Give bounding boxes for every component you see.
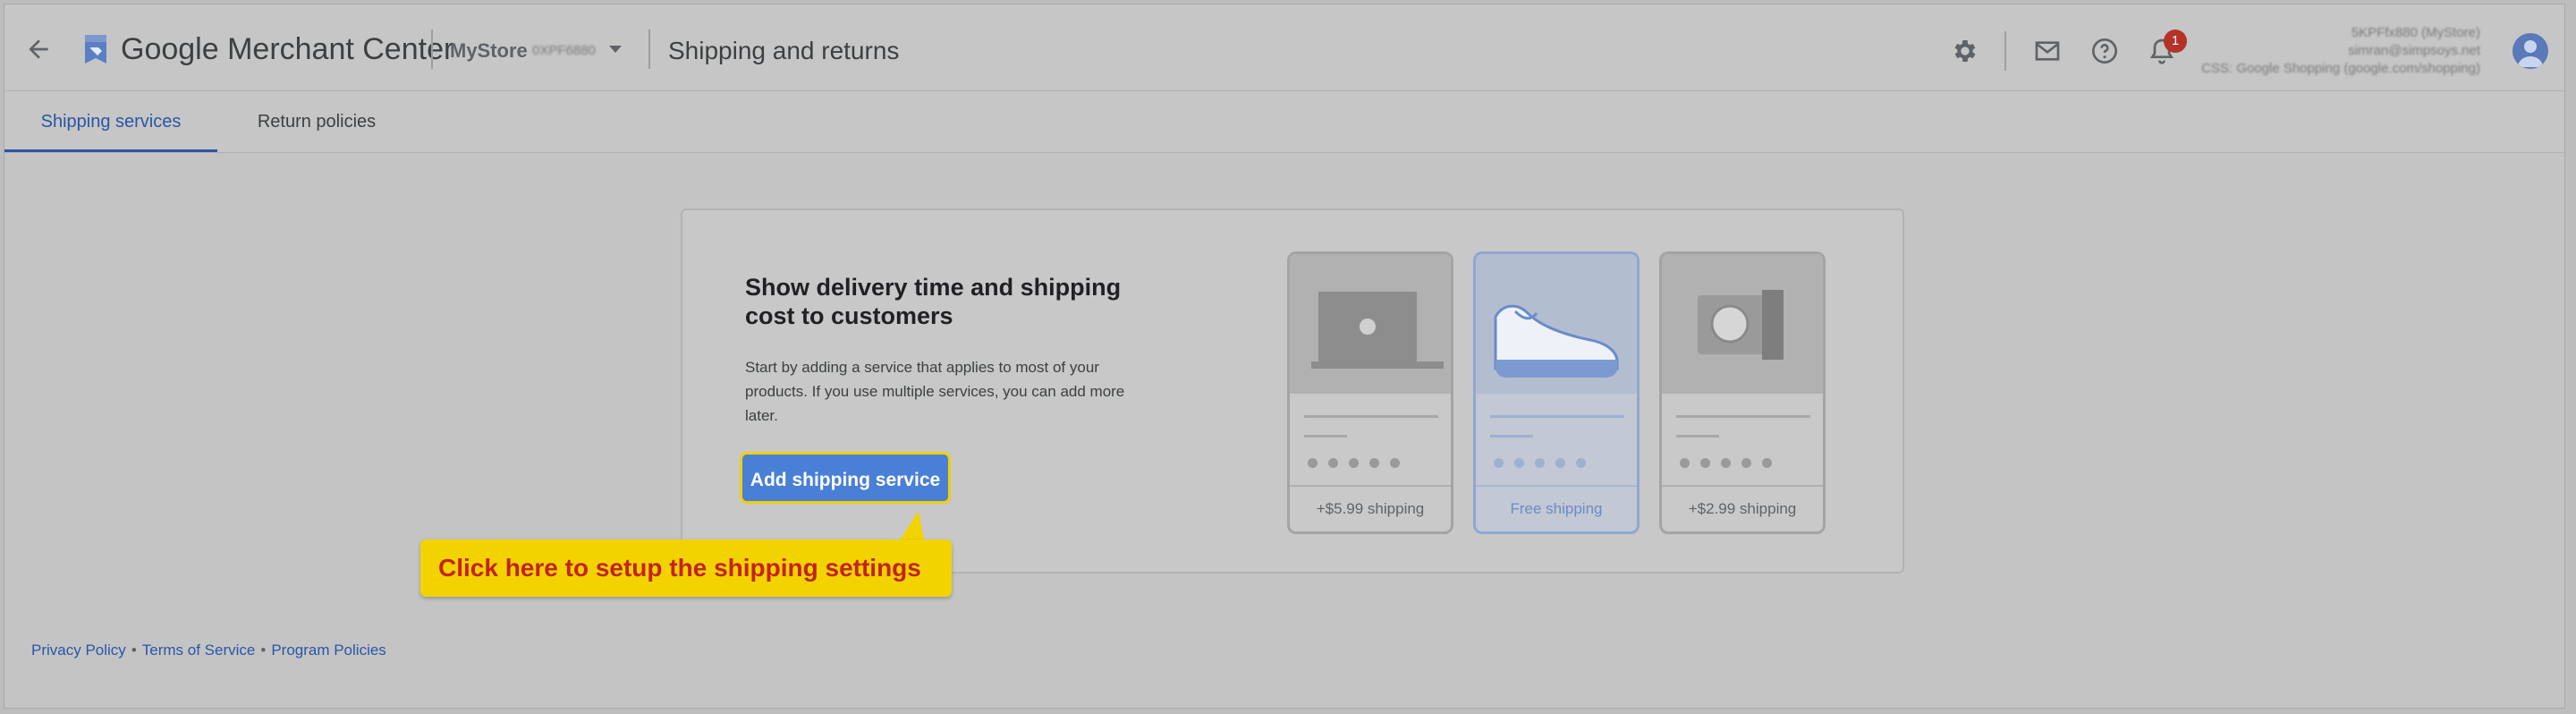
- rating-dots: [1494, 456, 1597, 472]
- empty-state-card: Show delivery time and shipping cost to …: [681, 208, 1904, 574]
- tab-shipping-services[interactable]: Shipping services: [4, 91, 217, 152]
- footer-separator: •: [260, 642, 267, 659]
- laptop-icon: [1311, 292, 1444, 369]
- back-arrow-icon[interactable]: [24, 35, 53, 64]
- rating-dots: [1308, 456, 1411, 472]
- settings-gear-icon[interactable]: [1951, 37, 1979, 65]
- terms-of-service-link[interactable]: Terms of Service: [142, 642, 256, 659]
- product-preview-card: Free shipping: [1473, 251, 1640, 534]
- card-description: Start by adding a service that applies t…: [745, 359, 1125, 424]
- top-bar: Google Merchant Center MyStore 0XPF6880 …: [4, 4, 2564, 91]
- store-id: 0XPF6880: [532, 43, 596, 58]
- divider: [431, 30, 433, 69]
- footer-separator: •: [131, 642, 137, 659]
- notification-badge: 1: [2164, 30, 2187, 53]
- product-preview-card: +$2.99 shipping: [1659, 251, 1826, 534]
- program-policies-link[interactable]: Program Policies: [271, 642, 386, 659]
- brand-name[interactable]: Google Merchant Center: [121, 31, 453, 67]
- tutorial-callout: Click here to setup the shipping setting…: [420, 540, 952, 597]
- store-dropdown-icon[interactable]: [609, 46, 622, 53]
- divider: [648, 30, 650, 69]
- rating-dots: [1680, 456, 1783, 472]
- shipping-price-label: Free shipping: [1476, 485, 1637, 531]
- product-preview-card: +$5.99 shipping: [1287, 251, 1453, 534]
- page-title: Shipping and returns: [668, 37, 900, 64]
- tab-return-policies[interactable]: Return policies: [217, 91, 416, 152]
- account-info[interactable]: 5KPFfx880 (MyStore) simran@simpsoys.net …: [2201, 24, 2480, 78]
- user-avatar-icon: [2518, 40, 2543, 67]
- privacy-policy-link[interactable]: Privacy Policy: [31, 642, 126, 659]
- app-window: Google Merchant Center MyStore 0XPF6880 …: [4, 4, 2565, 709]
- camera-icon: [1698, 290, 1784, 360]
- avatar[interactable]: [2512, 33, 2548, 69]
- shipping-price-label: +$2.99 shipping: [1662, 485, 1823, 531]
- store-name[interactable]: MyStore: [450, 38, 528, 64]
- shoe-icon: [1494, 304, 1619, 378]
- shipping-price-label: +$5.99 shipping: [1290, 485, 1451, 531]
- tab-bar: Shipping services Return policies: [4, 91, 2564, 153]
- add-shipping-service-button[interactable]: Add shipping service: [740, 452, 951, 504]
- mail-icon[interactable]: [2033, 37, 2062, 65]
- footer-links: Privacy Policy • Terms of Service • Program …: [31, 642, 386, 659]
- account-line: CSS: Google Shopping (google.com/shoppin…: [2201, 61, 2480, 76]
- account-line: simran@simpsoys.net: [2348, 43, 2480, 58]
- callout-text: Click here to setup the shipping setting…: [438, 554, 921, 582]
- help-icon[interactable]: [2090, 37, 2119, 65]
- card-title: Show delivery time and shipping cost to …: [745, 274, 1122, 329]
- divider: [2004, 31, 2006, 71]
- merchant-center-logo-icon: [85, 35, 106, 64]
- account-line: 5KPFfx880 (MyStore): [2351, 25, 2480, 40]
